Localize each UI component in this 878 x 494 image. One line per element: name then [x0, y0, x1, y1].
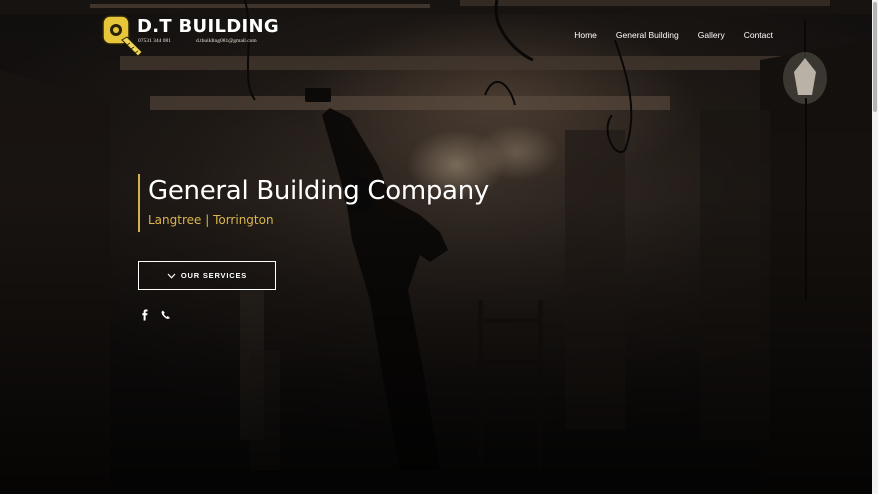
chevron-down-icon [167, 273, 176, 279]
title-accent-bar [138, 174, 140, 232]
main-nav: Home General Building Gallery Contact [555, 30, 773, 40]
nav-item-gallery[interactable]: Gallery [698, 30, 725, 40]
phone-icon[interactable] [161, 308, 171, 320]
logo-title: D.T BUILDING [137, 16, 279, 37]
hero-title: General Building Company [148, 176, 489, 206]
site-logo[interactable]: D.T BUILDING 07531 344 081 d.tbuilding08… [100, 12, 279, 62]
social-links [140, 308, 171, 321]
logo-email: d.tbuilding081@gmail.com [196, 38, 257, 44]
nav-item-general-building[interactable]: General Building [616, 30, 679, 40]
our-services-label: OUR SERVICES [180, 271, 248, 280]
hero-overlay [0, 0, 872, 494]
hero-section [0, 0, 872, 494]
scrollbar-thumb[interactable] [873, 2, 877, 112]
page-scrollbar[interactable] [872, 0, 878, 494]
facebook-icon[interactable] [140, 308, 150, 321]
logo-phone: 07531 344 081 [138, 38, 171, 44]
nav-item-home[interactable]: Home [574, 30, 597, 40]
our-services-button[interactable]: OUR SERVICES [138, 261, 276, 290]
hero-subtitle: Langtree | Torrington [148, 213, 274, 227]
nav-item-contact[interactable]: Contact [744, 30, 773, 40]
